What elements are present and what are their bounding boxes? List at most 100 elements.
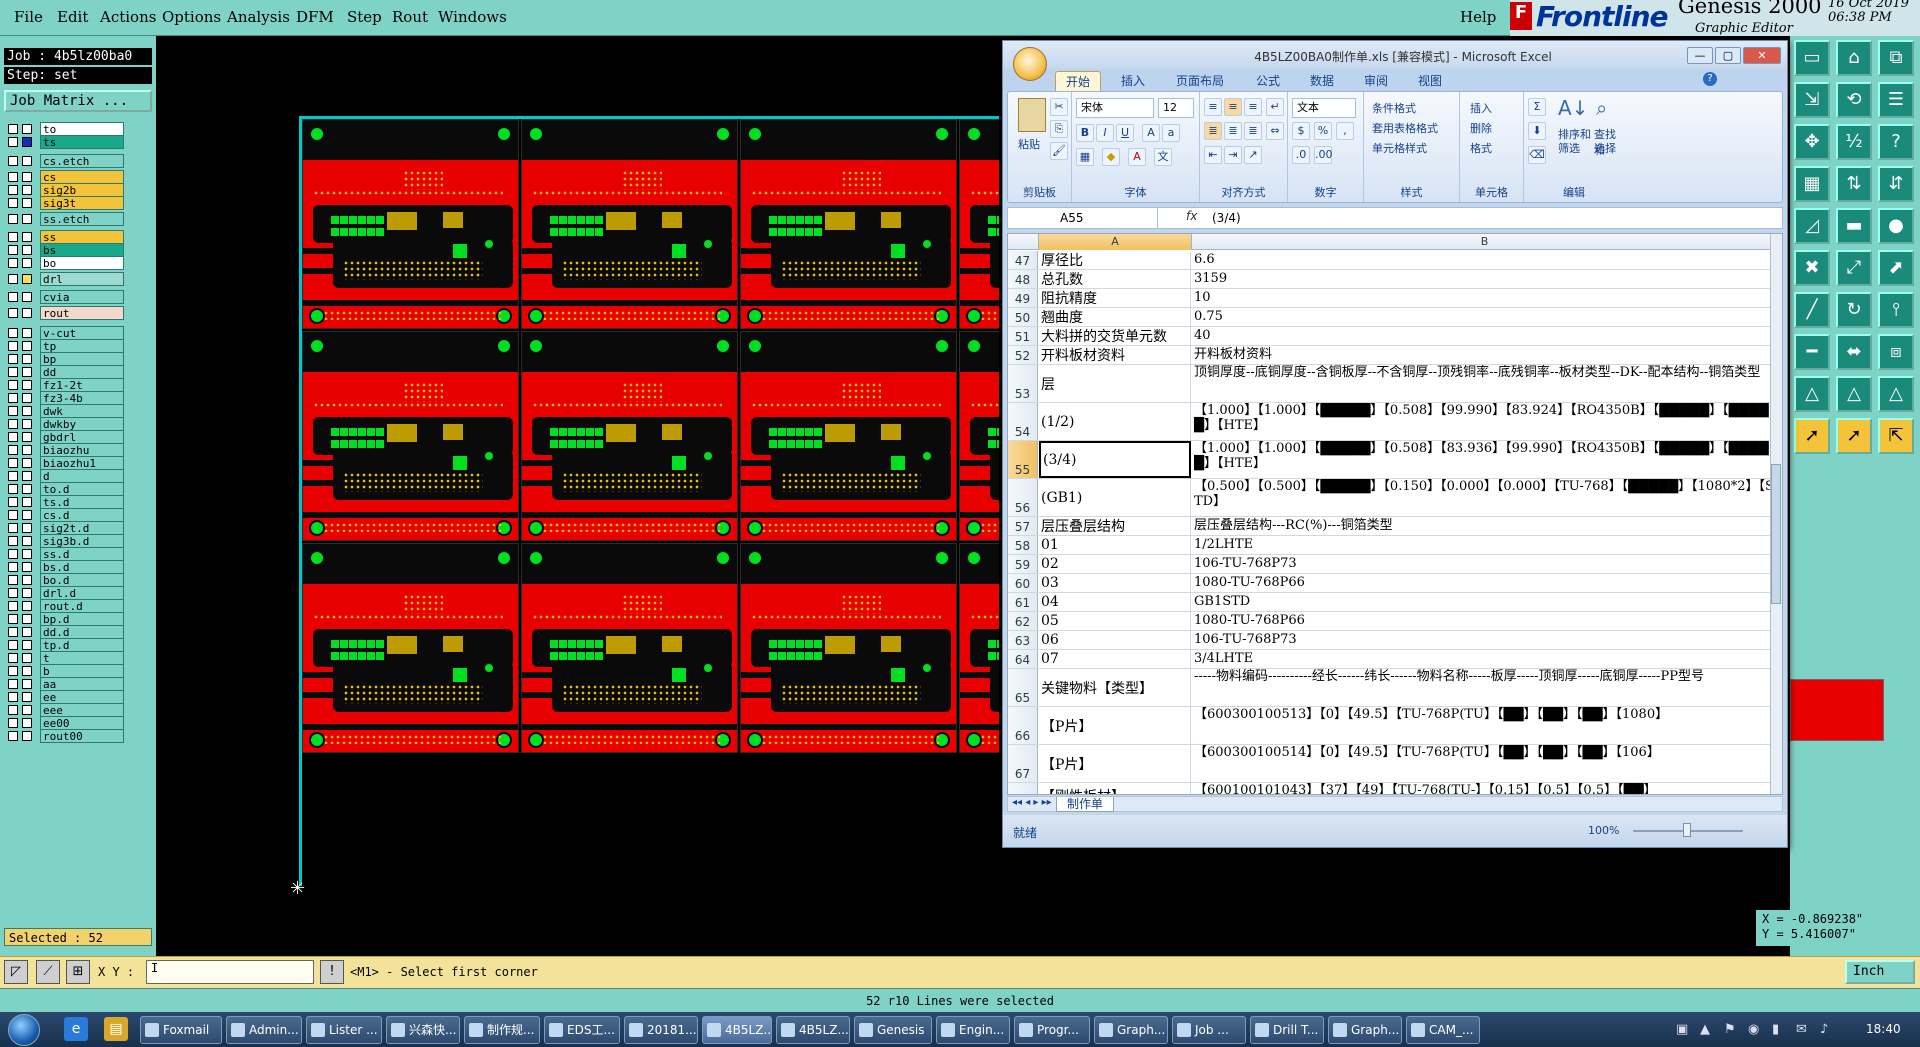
layer-row[interactable]: rout00: [6, 729, 124, 743]
layer-name[interactable]: sig2t.d: [40, 521, 124, 535]
sort-filter-icon[interactable]: A↓: [1558, 96, 1588, 122]
align-center-icon[interactable]: ≣: [1224, 122, 1242, 140]
layer-row[interactable]: bo.d: [6, 573, 124, 587]
layer-checkbox[interactable]: [8, 245, 18, 255]
tab-page-layout[interactable]: 页面布局: [1166, 71, 1234, 91]
taskbar-item[interactable]: Admin...: [226, 1016, 302, 1044]
layer-row[interactable]: fz1-2t: [6, 378, 124, 392]
layer-work-indicator[interactable]: [22, 536, 32, 546]
taskbar-item[interactable]: 兴森快...: [386, 1016, 460, 1044]
menu-actions[interactable]: Actions: [100, 8, 156, 26]
layer-name[interactable]: sig3b.d: [40, 534, 124, 548]
layer-name[interactable]: bs.d: [40, 560, 124, 574]
layer-name[interactable]: eee: [40, 703, 124, 717]
row-number[interactable]: 63: [1008, 631, 1038, 649]
layer-row[interactable]: cvia: [6, 290, 124, 304]
layer-work-indicator[interactable]: [22, 232, 32, 242]
tab-insert[interactable]: 插入: [1111, 71, 1155, 91]
layer-row[interactable]: biaozhu: [6, 443, 124, 457]
row-number[interactable]: 60: [1008, 574, 1038, 592]
cell-b[interactable]: 【600300100513】【0】【49.5】【TU-768P(TU】【██】【…: [1192, 707, 1778, 744]
taskbar-item[interactable]: Graph...: [1328, 1016, 1402, 1044]
layer-name[interactable]: aa: [40, 677, 124, 691]
layer-work-indicator[interactable]: [22, 510, 32, 520]
layer-row[interactable]: cs.etch: [6, 154, 124, 168]
phonetic-icon[interactable]: 文: [1154, 148, 1172, 166]
layer-name[interactable]: dwkby: [40, 417, 124, 431]
layer-name[interactable]: rout.d: [40, 599, 124, 613]
layer-row[interactable]: to.d: [6, 482, 124, 496]
toolbar-tool-icon[interactable]: ⤢: [1836, 250, 1872, 286]
layer-row[interactable]: bp.d: [6, 612, 124, 626]
layer-work-indicator[interactable]: [22, 292, 32, 302]
office-button[interactable]: [1013, 47, 1047, 81]
layer-checkbox[interactable]: [8, 258, 18, 268]
toolbar-tool-icon[interactable]: ⟲: [1836, 82, 1872, 118]
layer-work-indicator[interactable]: [22, 393, 32, 403]
cell-a[interactable]: 大料拼的交货单元数: [1039, 327, 1191, 345]
taskbar-item[interactable]: Engin...: [936, 1016, 1010, 1044]
fill-color-icon[interactable]: ◆: [1102, 148, 1120, 166]
layer-work-indicator[interactable]: [22, 258, 32, 268]
excel-window[interactable]: 4B5LZ00BA0制作单.xls [兼容模式] - Microsoft Exc…: [1002, 40, 1788, 848]
cell-a[interactable]: (GB1): [1039, 479, 1191, 516]
taskbar-item[interactable]: 制作规...: [464, 1016, 540, 1044]
row-number[interactable]: 48: [1008, 270, 1038, 288]
row-number[interactable]: 67: [1008, 745, 1038, 782]
layer-row[interactable]: ss: [6, 230, 124, 244]
fx-icon[interactable]: fx: [1186, 209, 1197, 223]
cell-b[interactable]: GB1STD: [1192, 593, 1778, 611]
cell-b[interactable]: 0.75: [1192, 308, 1778, 326]
menu-help[interactable]: Help: [1460, 8, 1496, 26]
layer-row[interactable]: ss.d: [6, 547, 124, 561]
layer-row[interactable]: t: [6, 651, 124, 665]
cell-a[interactable]: 总孔数: [1039, 270, 1191, 288]
toolbar-tool-icon[interactable]: ╱: [1794, 292, 1830, 328]
toolbar-tool-icon[interactable]: ⫯: [1878, 292, 1914, 328]
layer-name[interactable]: dd: [40, 365, 124, 379]
taskbar-item[interactable]: 4B5LZ...: [702, 1016, 772, 1044]
layer-work-indicator[interactable]: [22, 484, 32, 494]
layer-checkbox[interactable]: [8, 484, 18, 494]
row-number[interactable]: 58: [1008, 536, 1038, 554]
taskbar-item[interactable]: Job ...: [1172, 1016, 1246, 1044]
shrink-font-icon[interactable]: a: [1162, 124, 1180, 142]
cell-b[interactable]: 3/4LHTE: [1192, 650, 1778, 668]
tray-icon[interactable]: ▮: [1772, 1022, 1779, 1037]
layer-row[interactable]: to: [6, 122, 124, 136]
menu-rout[interactable]: Rout: [392, 8, 428, 26]
name-box[interactable]: A55: [1008, 208, 1158, 228]
layer-row[interactable]: fz3-4b: [6, 391, 124, 405]
orientation-icon[interactable]: ↗: [1244, 146, 1262, 164]
row-number[interactable]: 50: [1008, 308, 1038, 326]
layer-checkbox[interactable]: [8, 562, 18, 572]
layer-name[interactable]: biaozhu1: [40, 456, 124, 470]
comma-icon[interactable]: ,: [1336, 122, 1354, 140]
close-icon[interactable]: ✕: [1743, 47, 1781, 64]
sheet-nav-icons[interactable]: ◂◂ ◂ ▸ ▸▸: [1012, 797, 1052, 808]
menu-options[interactable]: Options: [162, 8, 221, 26]
cell-a[interactable]: 关键物料【类型】: [1039, 669, 1191, 706]
layer-checkbox[interactable]: [8, 666, 18, 676]
taskbar-item[interactable]: Foxmail: [140, 1016, 222, 1044]
cell-b[interactable]: 1080-TU-768P66: [1192, 612, 1778, 630]
layer-name[interactable]: cs.d: [40, 508, 124, 522]
layer-checkbox[interactable]: [8, 601, 18, 611]
row-number[interactable]: 62: [1008, 612, 1038, 630]
layer-row[interactable]: sig3t: [6, 196, 124, 210]
cell-a[interactable]: 厚径比: [1039, 251, 1191, 269]
layer-work-indicator[interactable]: [22, 380, 32, 390]
layer-checkbox[interactable]: [8, 156, 18, 166]
menu-analysis[interactable]: Analysis: [227, 8, 290, 26]
underline-icon[interactable]: U: [1116, 124, 1134, 142]
cell-a[interactable]: 01: [1039, 536, 1191, 554]
toolbar-tool-icon[interactable]: ⇅: [1836, 166, 1872, 202]
job-matrix-button[interactable]: Job Matrix ...: [4, 90, 152, 112]
toolbar-tool-icon[interactable]: ?: [1878, 124, 1914, 160]
layer-work-indicator[interactable]: [22, 419, 32, 429]
cell-b[interactable]: 【600300100514】【0】【49.5】【TU-768P(TU】【██】【…: [1192, 745, 1778, 782]
toolbar-tool-icon[interactable]: ⇲: [1794, 82, 1830, 118]
find-select-icon[interactable]: ⌕: [1596, 96, 1607, 120]
maximize-icon[interactable]: ▢: [1715, 47, 1741, 64]
row-number[interactable]: [1008, 783, 1038, 794]
